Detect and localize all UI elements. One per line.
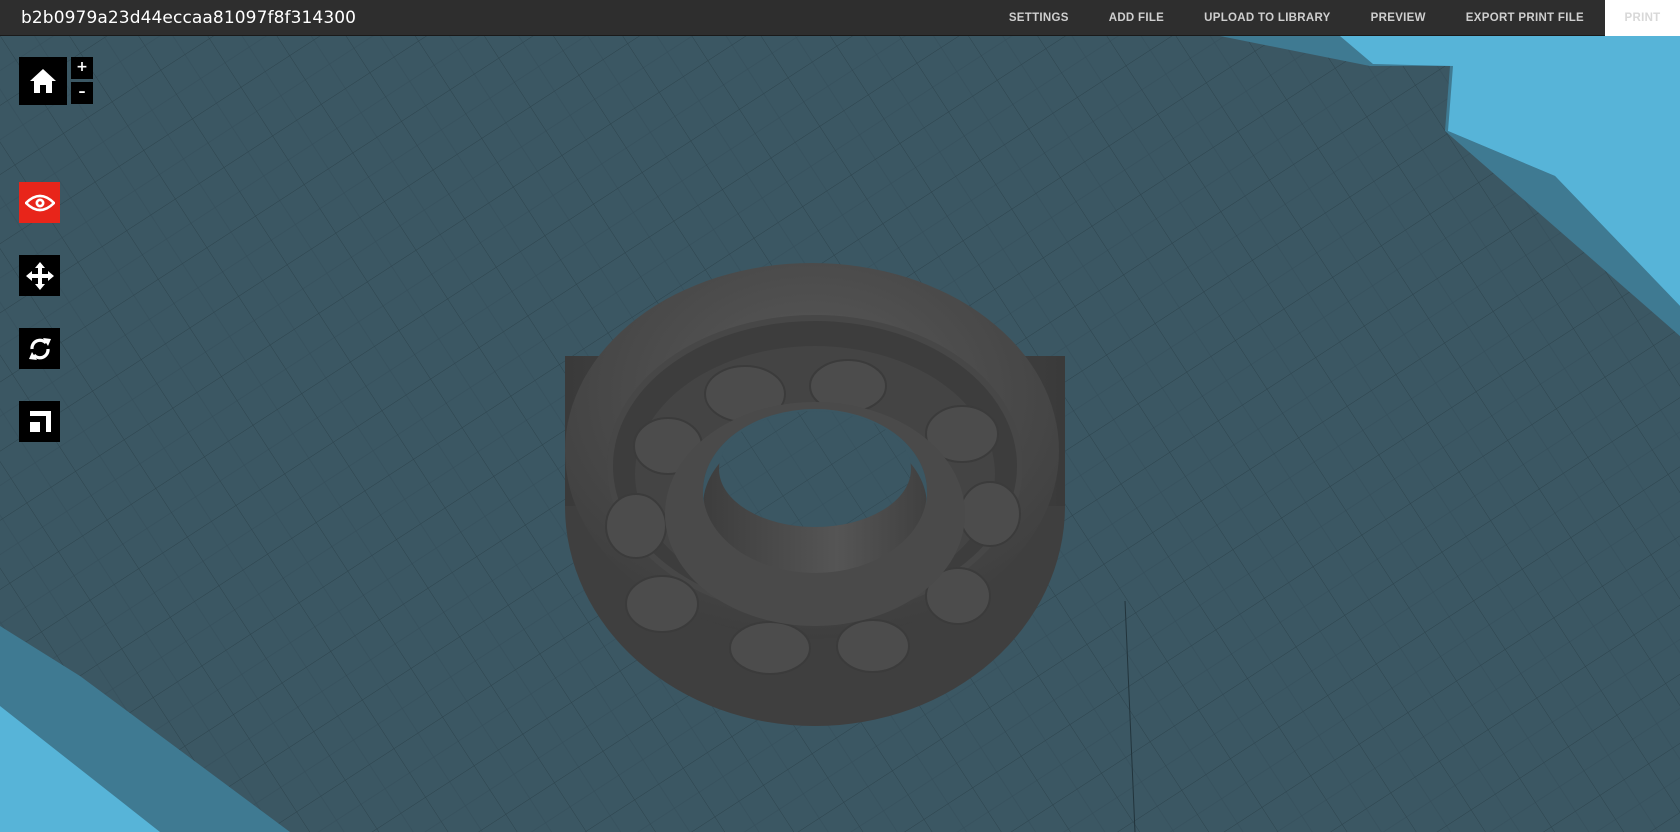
move-tool-button[interactable] bbox=[19, 255, 60, 296]
move-arrows-icon bbox=[25, 261, 54, 290]
print-button[interactable]: PRINT bbox=[1605, 0, 1680, 36]
scene-canvas[interactable] bbox=[0, 36, 1680, 832]
upload-to-library-button[interactable]: UPLOAD TO LIBRARY bbox=[1184, 0, 1351, 36]
top-nav: SETTINGS ADD FILE UPLOAD TO LIBRARY PREV… bbox=[989, 0, 1680, 36]
3d-viewport[interactable] bbox=[0, 36, 1680, 832]
export-print-file-button[interactable]: EXPORT PRINT FILE bbox=[1446, 0, 1604, 36]
top-bar: b2b0979a23d44eccaa81097f8f314300 SETTING… bbox=[0, 0, 1680, 36]
preview-button[interactable]: PREVIEW bbox=[1351, 0, 1446, 36]
rotate-icon bbox=[28, 337, 51, 360]
file-title: b2b0979a23d44eccaa81097f8f314300 bbox=[21, 8, 357, 28]
scale-icon bbox=[29, 410, 51, 432]
rotate-tool-button[interactable] bbox=[19, 328, 60, 369]
eye-icon bbox=[24, 194, 55, 211]
scale-tool-button[interactable] bbox=[19, 401, 60, 442]
zoom-in-button[interactable]: + bbox=[71, 57, 93, 79]
add-file-button[interactable]: ADD FILE bbox=[1089, 0, 1184, 36]
zoom-out-button[interactable]: – bbox=[71, 82, 93, 104]
view-tool-button[interactable] bbox=[19, 182, 60, 223]
settings-button[interactable]: SETTINGS bbox=[989, 0, 1089, 36]
home-button[interactable] bbox=[19, 57, 67, 105]
home-icon bbox=[30, 69, 56, 93]
